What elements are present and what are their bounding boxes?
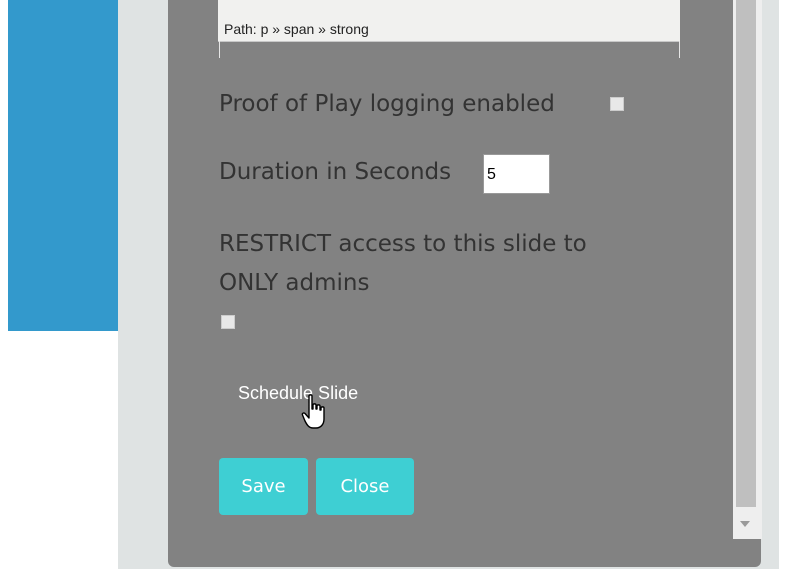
proof-of-play-checkbox[interactable] — [610, 97, 624, 111]
close-button[interactable]: Close — [316, 458, 414, 515]
scrollbar-thumb[interactable] — [736, 0, 756, 507]
editor-element-path: Path: p » span » strong — [224, 21, 369, 37]
editor-border-left — [219, 41, 220, 58]
restrict-access-label-line1: RESTRICT access to this slide to — [219, 231, 587, 257]
scroll-down-arrow-icon[interactable] — [740, 521, 750, 527]
restrict-access-checkbox[interactable] — [221, 315, 235, 329]
proof-of-play-label: Proof of Play logging enabled — [219, 91, 555, 117]
save-button[interactable]: Save — [219, 458, 308, 515]
schedule-slide-link[interactable]: Schedule Slide — [238, 383, 358, 404]
duration-label: Duration in Seconds — [219, 159, 452, 185]
duration-input[interactable] — [483, 154, 550, 194]
hand-pointer-icon — [301, 394, 325, 429]
side-panel — [8, 0, 118, 331]
editor-border-right — [679, 41, 680, 58]
restrict-access-label-line2: ONLY admins — [219, 270, 370, 296]
